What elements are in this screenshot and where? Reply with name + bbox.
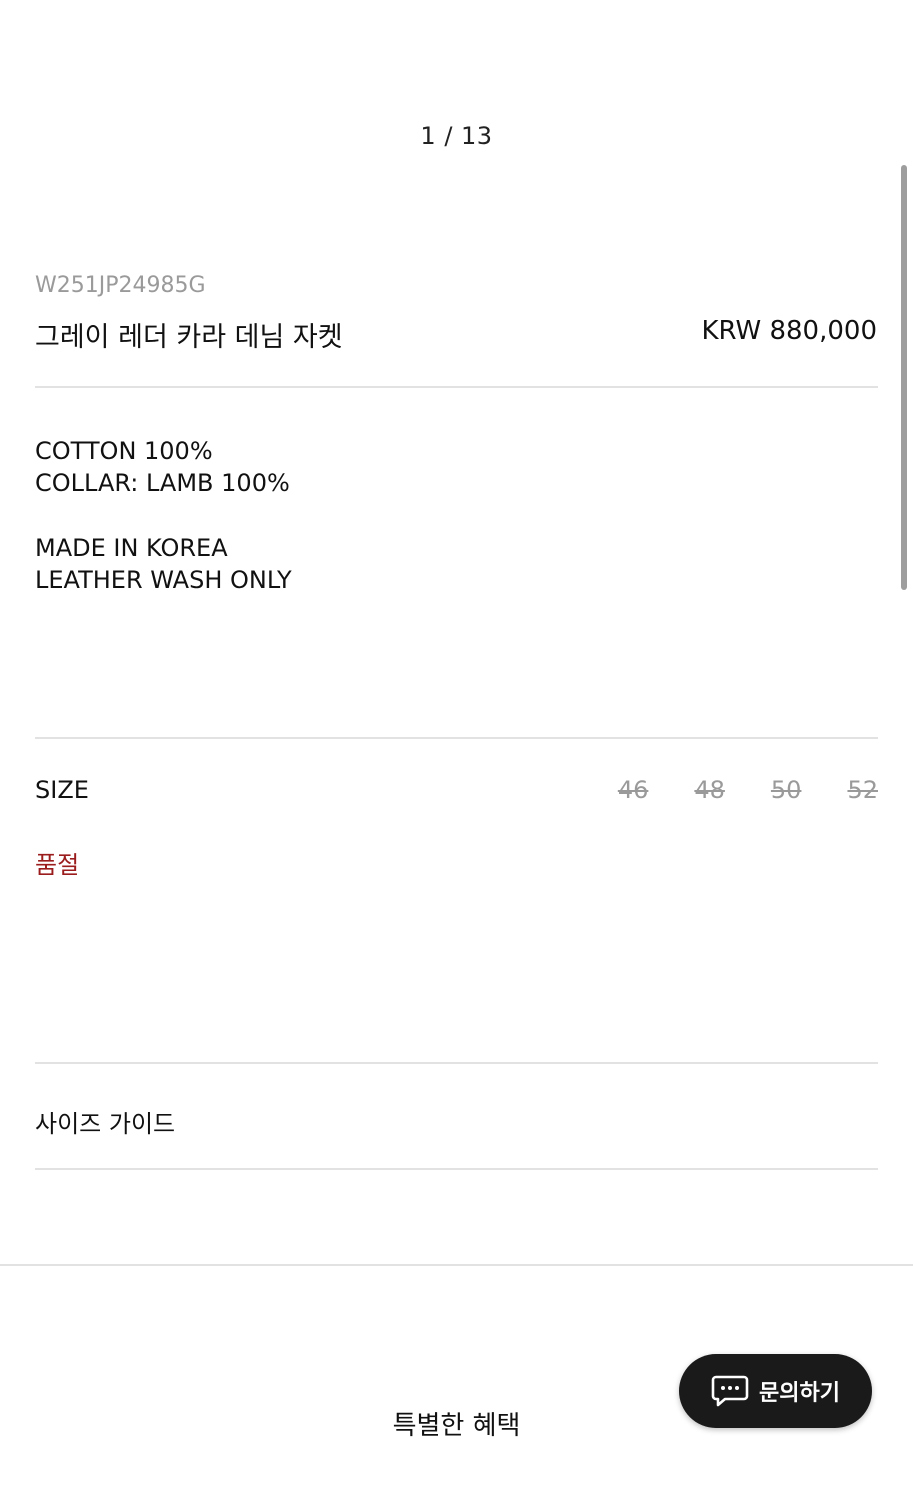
product-name: 그레이 레더 카라 데님 자켓 (35, 322, 343, 353)
product-sku: W251JP24985G (35, 273, 206, 298)
image-pager: 1 / 13 (420, 122, 493, 150)
size-options: 46 48 50 52 (618, 776, 878, 804)
size-option-48[interactable]: 48 (694, 776, 725, 804)
size-option-52[interactable]: 52 (847, 776, 878, 804)
section-divider (0, 1264, 913, 1266)
sold-out-status: 품절 (35, 851, 80, 879)
scrollbar[interactable] (901, 165, 907, 590)
description-line: COTTON 100% (35, 437, 213, 465)
inquiry-label: 문의하기 (759, 1381, 840, 1406)
divider (35, 1168, 878, 1170)
size-guide-link[interactable]: 사이즈 가이드 (35, 1104, 175, 1139)
description-line: COLLAR: LAMB 100% (35, 469, 290, 497)
size-label: SIZE (35, 776, 89, 804)
divider (35, 737, 878, 739)
divider (35, 386, 878, 388)
scrollbar-thumb[interactable] (901, 165, 907, 590)
description-line: MADE IN KOREA (35, 534, 228, 562)
chat-bubble-icon (711, 1375, 749, 1407)
product-price: KRW 880,000 (701, 316, 877, 346)
inquiry-button[interactable]: 문의하기 (679, 1354, 872, 1428)
description-line: LEATHER WASH ONLY (35, 566, 292, 594)
divider (35, 1062, 878, 1064)
size-option-46[interactable]: 46 (618, 776, 649, 804)
size-option-50[interactable]: 50 (771, 776, 802, 804)
